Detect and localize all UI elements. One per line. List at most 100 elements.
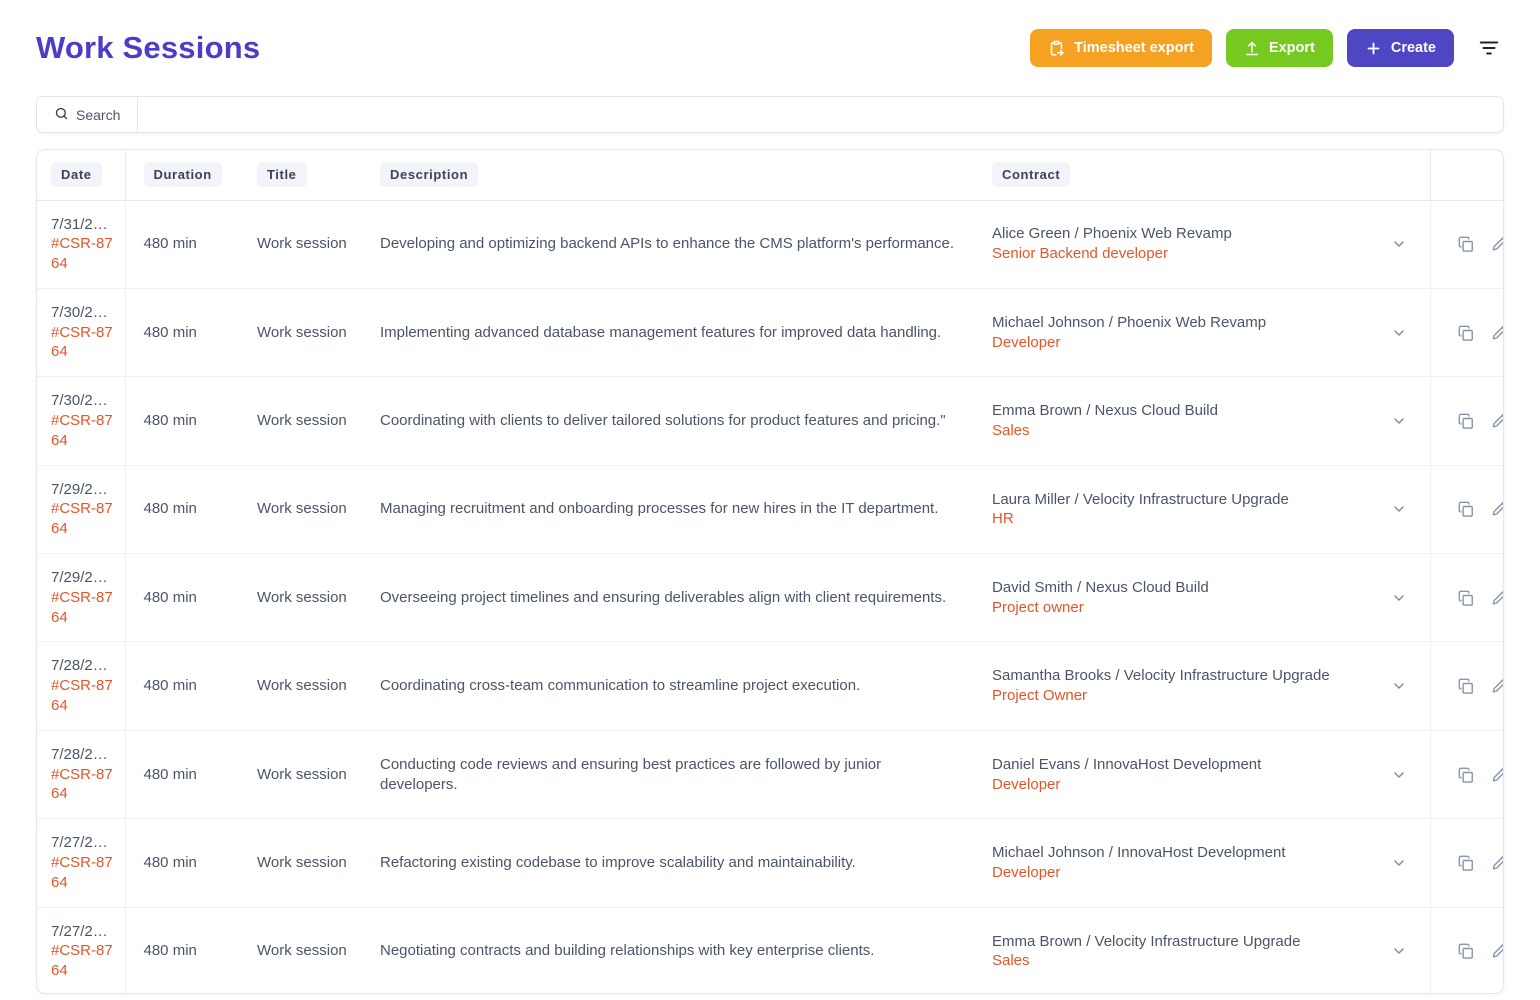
cell-contract: Daniel Evans / InnovaHost Development Dev…	[982, 730, 1430, 820]
cell-duration: 480 min	[125, 641, 255, 731]
contract-name: Laura Miller / Velocity Infrastructure U…	[992, 490, 1289, 508]
column-label-duration: Duration	[143, 162, 222, 188]
cell-actions	[1429, 376, 1503, 466]
contract-name: Emma Brown / Nexus Cloud Build	[992, 402, 1218, 420]
table-row[interactable]: 7/28/2… #CSR-8764 480 min Work session Condu…	[37, 730, 1503, 820]
page-title: Work Sessions	[36, 30, 261, 65]
column-header-duration[interactable]: Duration	[125, 150, 255, 201]
table-row[interactable]: 7/27/2… #CSR-8764 480 min Work session Negot…	[37, 907, 1503, 993]
work-sessions-page: Work Sessions Timesheet export Export Cr…	[0, 0, 1540, 1000]
contract-name: Daniel Evans / InnovaHost Development	[992, 755, 1262, 773]
column-header-title[interactable]: Title	[255, 150, 370, 201]
cell-actions	[1429, 907, 1503, 993]
copy-icon[interactable]	[1456, 676, 1476, 696]
session-date: 7/31/2…	[51, 215, 108, 233]
copy-icon[interactable]	[1456, 588, 1476, 608]
export-label: Export	[1268, 40, 1315, 56]
search-button[interactable]: Search	[37, 97, 139, 132]
table-row[interactable]: 7/29/2… #CSR-8764 480 min Work session Overs…	[37, 553, 1503, 643]
cell-description: Overseeing project timelines and ensurin…	[370, 553, 982, 643]
chevron-down-icon[interactable]	[1376, 590, 1422, 606]
cell-description: Conducting code reviews and ensuring bes…	[370, 730, 982, 820]
session-ref: #CSR-8764	[51, 235, 113, 273]
timesheet-export-button[interactable]: Timesheet export	[1030, 29, 1212, 67]
chevron-down-icon[interactable]	[1376, 943, 1422, 959]
cell-duration: 480 min	[125, 200, 255, 289]
cell-actions	[1429, 465, 1503, 555]
column-header-description[interactable]: Description	[370, 150, 982, 201]
contract-role: Senior Backend developer	[992, 245, 1168, 263]
pencil-icon[interactable]	[1490, 323, 1503, 343]
search-bar-wrap: Search	[0, 96, 1540, 133]
session-ref: #CSR-8764	[51, 323, 113, 361]
session-date: 7/30/2…	[51, 303, 108, 321]
pencil-icon[interactable]	[1490, 411, 1503, 431]
column-header-date[interactable]: Date	[37, 150, 126, 201]
copy-icon[interactable]	[1456, 323, 1476, 343]
pencil-icon[interactable]	[1490, 941, 1503, 961]
chevron-down-icon[interactable]	[1376, 413, 1422, 429]
export-button[interactable]: Export	[1225, 29, 1333, 67]
table-row[interactable]: 7/27/2… #CSR-8764 480 min Work session Refac…	[37, 818, 1503, 908]
cell-duration: 480 min	[125, 376, 255, 466]
filter-icon[interactable]	[1474, 33, 1504, 63]
table-row[interactable]: 7/29/2… #CSR-8764 480 min Work session Manag…	[37, 465, 1503, 555]
contract-name: Alice Green / Phoenix Web Revamp	[992, 225, 1232, 243]
cell-title: Work session	[255, 818, 370, 908]
copy-icon[interactable]	[1456, 941, 1476, 961]
cell-date: 7/27/2… #CSR-8764	[37, 818, 126, 908]
contract-role: Developer	[992, 333, 1061, 351]
table-row[interactable]: 7/30/2… #CSR-8764 480 min Work session Coord…	[37, 376, 1503, 466]
pencil-icon[interactable]	[1490, 588, 1503, 608]
cell-description: Coordinating cross-team communication to…	[370, 641, 982, 731]
pencil-icon[interactable]	[1490, 499, 1503, 519]
cell-duration: 480 min	[125, 465, 255, 555]
pencil-icon[interactable]	[1490, 765, 1503, 785]
contract-name: Emma Brown / Velocity Infrastructure Upg…	[992, 932, 1301, 950]
create-button[interactable]: Create	[1346, 29, 1454, 67]
session-ref: #CSR-8764	[51, 765, 113, 803]
cell-date: 7/29/2… #CSR-8764	[37, 553, 126, 643]
session-ref: #CSR-8764	[51, 854, 113, 891]
search-input[interactable]	[138, 97, 1503, 132]
chevron-down-icon[interactable]	[1376, 678, 1422, 694]
pencil-icon[interactable]	[1490, 234, 1503, 254]
table-row[interactable]: 7/31/2… #CSR-8764 480 min Work session Devel…	[37, 200, 1503, 289]
cell-date: 7/29/2… #CSR-8764	[37, 465, 126, 555]
cell-description: Refactoring existing codebase to improve…	[370, 818, 982, 908]
copy-icon[interactable]	[1456, 411, 1476, 431]
copy-icon[interactable]	[1456, 234, 1476, 254]
cell-title: Work session	[255, 465, 370, 555]
column-header-contract[interactable]: Contract	[982, 150, 1431, 201]
cell-title: Work session	[255, 907, 370, 993]
cell-contract: Samantha Brooks / Velocity Infrastructur…	[982, 641, 1430, 731]
chevron-down-icon[interactable]	[1376, 236, 1422, 252]
session-ref: #CSR-8764	[51, 942, 113, 980]
copy-icon[interactable]	[1456, 853, 1476, 873]
cell-duration: 480 min	[125, 818, 255, 908]
cell-duration: 480 min	[125, 730, 255, 820]
chevron-down-icon[interactable]	[1376, 501, 1422, 517]
pencil-icon[interactable]	[1490, 853, 1503, 873]
cell-title: Work session	[255, 288, 370, 378]
chevron-down-icon[interactable]	[1376, 325, 1422, 341]
cell-contract: Michael Johnson / InnovaHost Development…	[982, 818, 1430, 908]
table-row[interactable]: 7/28/2… #CSR-8764 480 min Work session Coord…	[37, 641, 1503, 731]
cell-date: 7/30/2… #CSR-8764	[37, 376, 126, 466]
session-ref: #CSR-8764	[51, 677, 113, 715]
upload-icon	[1244, 40, 1260, 57]
column-label-title: Title	[257, 162, 307, 188]
cell-description: Managing recruitment and onboarding proc…	[370, 465, 982, 555]
chevron-down-icon[interactable]	[1376, 767, 1422, 783]
pencil-icon[interactable]	[1490, 676, 1503, 696]
copy-icon[interactable]	[1456, 765, 1476, 785]
cell-contract: Emma Brown / Nexus Cloud Build Sales	[982, 376, 1430, 466]
table-row[interactable]: 7/30/2… #CSR-8764 480 min Work session Imple…	[37, 288, 1503, 378]
cell-description: Negotiating contracts and building relat…	[370, 907, 982, 993]
copy-icon[interactable]	[1456, 499, 1476, 519]
create-label: Create	[1390, 40, 1436, 56]
cell-duration: 480 min	[125, 907, 255, 993]
clipboard-export-icon	[1048, 40, 1065, 57]
cell-contract: Michael Johnson / Phoenix Web Revamp Deve…	[982, 288, 1430, 378]
chevron-down-icon[interactable]	[1376, 855, 1422, 871]
